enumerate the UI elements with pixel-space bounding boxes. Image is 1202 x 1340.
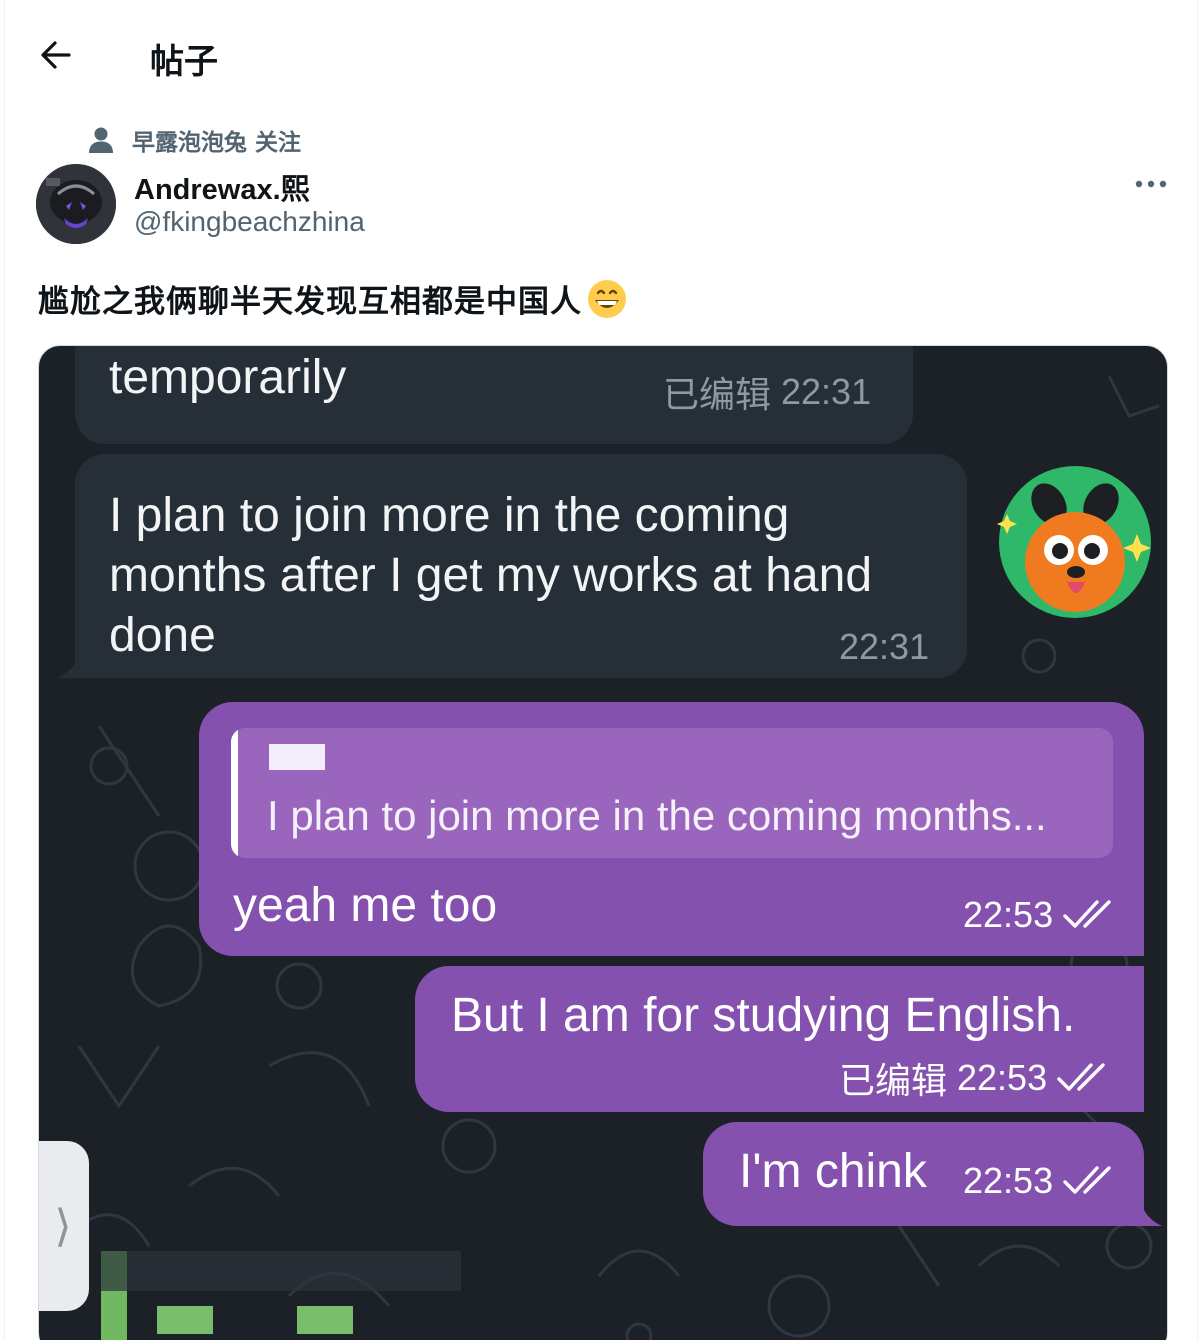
chat-message-incoming[interactable]: temporarily 已编辑 22:31: [75, 346, 913, 444]
message-line: months after I get my works at hand: [109, 549, 873, 602]
message-time: 22:53: [963, 894, 1054, 935]
message-line: done: [109, 609, 216, 662]
avatar[interactable]: [36, 164, 116, 244]
message-text: temporarily: [109, 351, 347, 404]
follow-link[interactable]: 关注: [255, 129, 301, 155]
page-title: 帖子: [150, 43, 218, 81]
redacted-block: [157, 1306, 213, 1334]
top-bar: 帖子: [0, 0, 1202, 110]
tweet-text: 尴尬之我俩聊半天发现互相都是中国人: [38, 276, 628, 321]
grinning-face-emoji: [588, 279, 626, 318]
tweet-media-image[interactable]: temporarily 已编辑 22:31 I plan to join mor…: [38, 345, 1168, 1340]
redacted-block: [101, 1251, 461, 1291]
message-time: 22:53: [957, 1057, 1048, 1098]
social-context: 早露泡泡兔 关注: [88, 122, 301, 158]
chat-message-outgoing[interactable]: I plan to join more in the coming months…: [199, 702, 1144, 956]
message-text: But I am for studying English.: [451, 989, 1076, 1042]
back-button[interactable]: [28, 30, 84, 80]
side-pull-tab[interactable]: ⟩: [39, 1141, 89, 1311]
double-check-icon: [1063, 1166, 1111, 1194]
user-handle[interactable]: @fkingbeachzhina: [134, 206, 365, 238]
message-time: 22:31: [781, 371, 872, 412]
bubble-tail: [57, 648, 87, 678]
tweet-text-content: 尴尬之我俩聊半天发现互相都是中国人: [38, 284, 582, 319]
message-time: 22:53: [963, 1160, 1054, 1201]
chat-message-outgoing[interactable]: But I am for studying English. 已编辑 22:53: [415, 966, 1144, 1112]
reply-preview[interactable]: I plan to join more in the coming months…: [231, 728, 1113, 858]
chat-message-outgoing[interactable]: I'm chink 22:53: [703, 1122, 1144, 1226]
redacted-block: [297, 1306, 353, 1334]
message-meta: 已编辑 22:31: [663, 366, 871, 418]
reply-bar: [231, 728, 238, 858]
more-button[interactable]: [1126, 166, 1176, 202]
display-name[interactable]: Andrewax.熙: [134, 166, 310, 208]
double-check-icon: [1063, 900, 1111, 928]
reply-author-redacted: [269, 744, 325, 770]
edited-label: 已编辑: [663, 374, 772, 415]
message-meta: 22:53: [963, 894, 1119, 936]
social-context-name[interactable]: 早露泡泡兔: [132, 129, 247, 155]
message-text: yeah me too: [233, 879, 498, 932]
person-icon: [89, 127, 113, 153]
message-meta: 22:31: [839, 626, 929, 668]
message-line: I plan to join more in the coming: [109, 489, 790, 542]
message-meta: 已编辑 22:53: [839, 1052, 1113, 1104]
message-meta: 22:53: [963, 1160, 1119, 1202]
arrow-left-icon: [41, 41, 71, 69]
message-text: I'm chink: [739, 1145, 927, 1198]
message-time: 22:31: [839, 626, 930, 667]
double-check-icon: [1057, 1063, 1105, 1091]
more-horizontal-icon: [1135, 180, 1167, 188]
edited-label: 已编辑: [839, 1060, 948, 1101]
dog-sticker: [997, 466, 1151, 618]
chevron-right-icon: ⟩: [54, 1201, 72, 1251]
bubble-tail: [1142, 1206, 1162, 1226]
chat-message-incoming[interactable]: I plan to join more in the coming months…: [75, 454, 967, 678]
reply-text: I plan to join more in the coming months…: [267, 792, 1047, 839]
